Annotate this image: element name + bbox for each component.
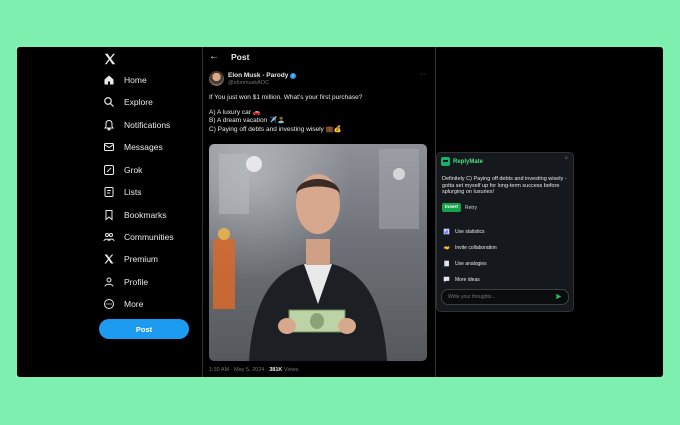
chat-icon: [443, 276, 450, 283]
option-label: Invite collaboration: [455, 244, 497, 251]
option-use-analogies[interactable]: Use analogies: [443, 259, 487, 268]
replymate-panel: ReplyMate × Definitely C) Paying off deb…: [436, 152, 574, 312]
grok-icon: [103, 164, 115, 176]
bookmark-icon: [103, 209, 115, 221]
list-icon: [103, 186, 115, 198]
sidebar-item-profile[interactable]: Profile: [103, 273, 148, 291]
search-icon: [103, 96, 115, 108]
send-icon[interactable]: [555, 293, 562, 300]
avatar[interactable]: [209, 71, 224, 86]
tweet-line: B) A dream vacation ✈️🏝️: [209, 117, 286, 124]
replymate-logo-icon: [441, 157, 450, 166]
sidebar-item-label: Home: [124, 75, 147, 85]
more-options-icon[interactable]: ···: [419, 71, 426, 78]
sidebar-item-label: Explore: [124, 97, 153, 107]
sidebar-item-explore[interactable]: Explore: [103, 93, 153, 111]
page-title: Post: [231, 52, 250, 62]
photo-illustration: [213, 149, 419, 361]
sidebar-nav: Home Explore Notifications Messages Grok…: [95, 47, 219, 377]
people-icon: [103, 231, 115, 243]
option-invite-collaboration[interactable]: Invite collaboration: [443, 243, 497, 252]
back-arrow-icon[interactable]: ←: [209, 51, 219, 62]
replymate-title: ReplyMate: [453, 158, 484, 165]
author-name-row[interactable]: Elon Musk - Parody ✓: [228, 72, 297, 79]
handshake-icon: [443, 244, 450, 251]
home-icon: [103, 74, 115, 86]
tweet-photo[interactable]: [209, 144, 427, 361]
thoughts-input[interactable]: [448, 292, 548, 302]
sidebar-item-more[interactable]: More: [103, 295, 143, 313]
chart-icon: [443, 228, 450, 235]
bell-icon: [103, 119, 115, 131]
book-icon: [443, 260, 450, 267]
option-label: Use statistics: [455, 228, 485, 235]
option-use-statistics[interactable]: Use statistics: [443, 227, 484, 236]
retry-button[interactable]: Retry: [465, 205, 477, 211]
post-column: ← Post Elon Musk - Parody ✓ @elonmuskAOC…: [202, 47, 436, 377]
sidebar-item-label: Communities: [124, 232, 174, 242]
tweet-meta: 1:30 AM · May 5, 2024 · 381K Views: [209, 367, 299, 373]
sidebar-item-label: Lists: [124, 187, 142, 197]
sidebar-item-lists[interactable]: Lists: [103, 183, 141, 201]
sidebar-item-label: Premium: [124, 254, 159, 264]
thoughts-input-wrapper: [441, 289, 569, 305]
sidebar-item-communities[interactable]: Communities: [103, 228, 174, 246]
verified-badge-icon: ✓: [290, 72, 297, 79]
browser-window: Home Explore Notifications Messages Grok…: [17, 47, 663, 377]
reply-suggestion: Definitely C) Paying off debts and inves…: [442, 176, 567, 195]
replymate-header: ReplyMate: [441, 157, 483, 166]
view-count: 381K: [269, 367, 283, 373]
insert-button[interactable]: Insert: [442, 203, 461, 212]
sidebar-item-notifications[interactable]: Notifications: [103, 116, 170, 134]
sidebar-item-label: Bookmarks: [124, 210, 167, 220]
envelope-icon: [103, 141, 115, 153]
sidebar-item-label: More: [124, 299, 144, 309]
sidebar-item-premium[interactable]: Premium: [103, 250, 158, 268]
x-logo-icon: [103, 253, 115, 265]
user-icon: [103, 276, 115, 288]
close-icon[interactable]: ×: [564, 156, 568, 162]
timestamp[interactable]: 1:30 AM · May 5, 2024 ·: [209, 367, 269, 373]
post-header: ← Post: [203, 47, 435, 67]
option-label: Use analogies: [455, 260, 487, 267]
sidebar-item-label: Notifications: [124, 120, 171, 130]
option-label: More ideas: [455, 276, 480, 283]
sidebar-item-messages[interactable]: Messages: [103, 138, 163, 156]
author-name[interactable]: Elon Musk - Parody: [228, 72, 288, 79]
x-logo-icon[interactable]: [103, 52, 117, 66]
sidebar-item-label: Profile: [124, 277, 149, 287]
tweet-text: If You just won $1 million. What's your …: [209, 94, 429, 134]
post-button[interactable]: Post: [99, 319, 189, 339]
tweet-line: C) Paying off debts and investing wisely…: [209, 125, 342, 133]
sidebar-item-bookmarks[interactable]: Bookmarks: [103, 206, 167, 224]
views-label: Views: [282, 367, 299, 373]
sidebar-item-grok[interactable]: Grok: [103, 161, 142, 179]
sidebar-item-label: Grok: [124, 165, 143, 175]
more-circle-icon: [103, 298, 115, 310]
sidebar-item-label: Messages: [124, 142, 163, 152]
tweet-line: If You just won $1 million. What's your …: [209, 94, 363, 101]
tweet-line: A) A luxury car 🚗: [209, 108, 261, 116]
option-more-ideas[interactable]: More ideas: [443, 275, 480, 284]
author-handle[interactable]: @elonmuskAOC: [228, 80, 269, 86]
sidebar-item-home[interactable]: Home: [103, 71, 147, 89]
